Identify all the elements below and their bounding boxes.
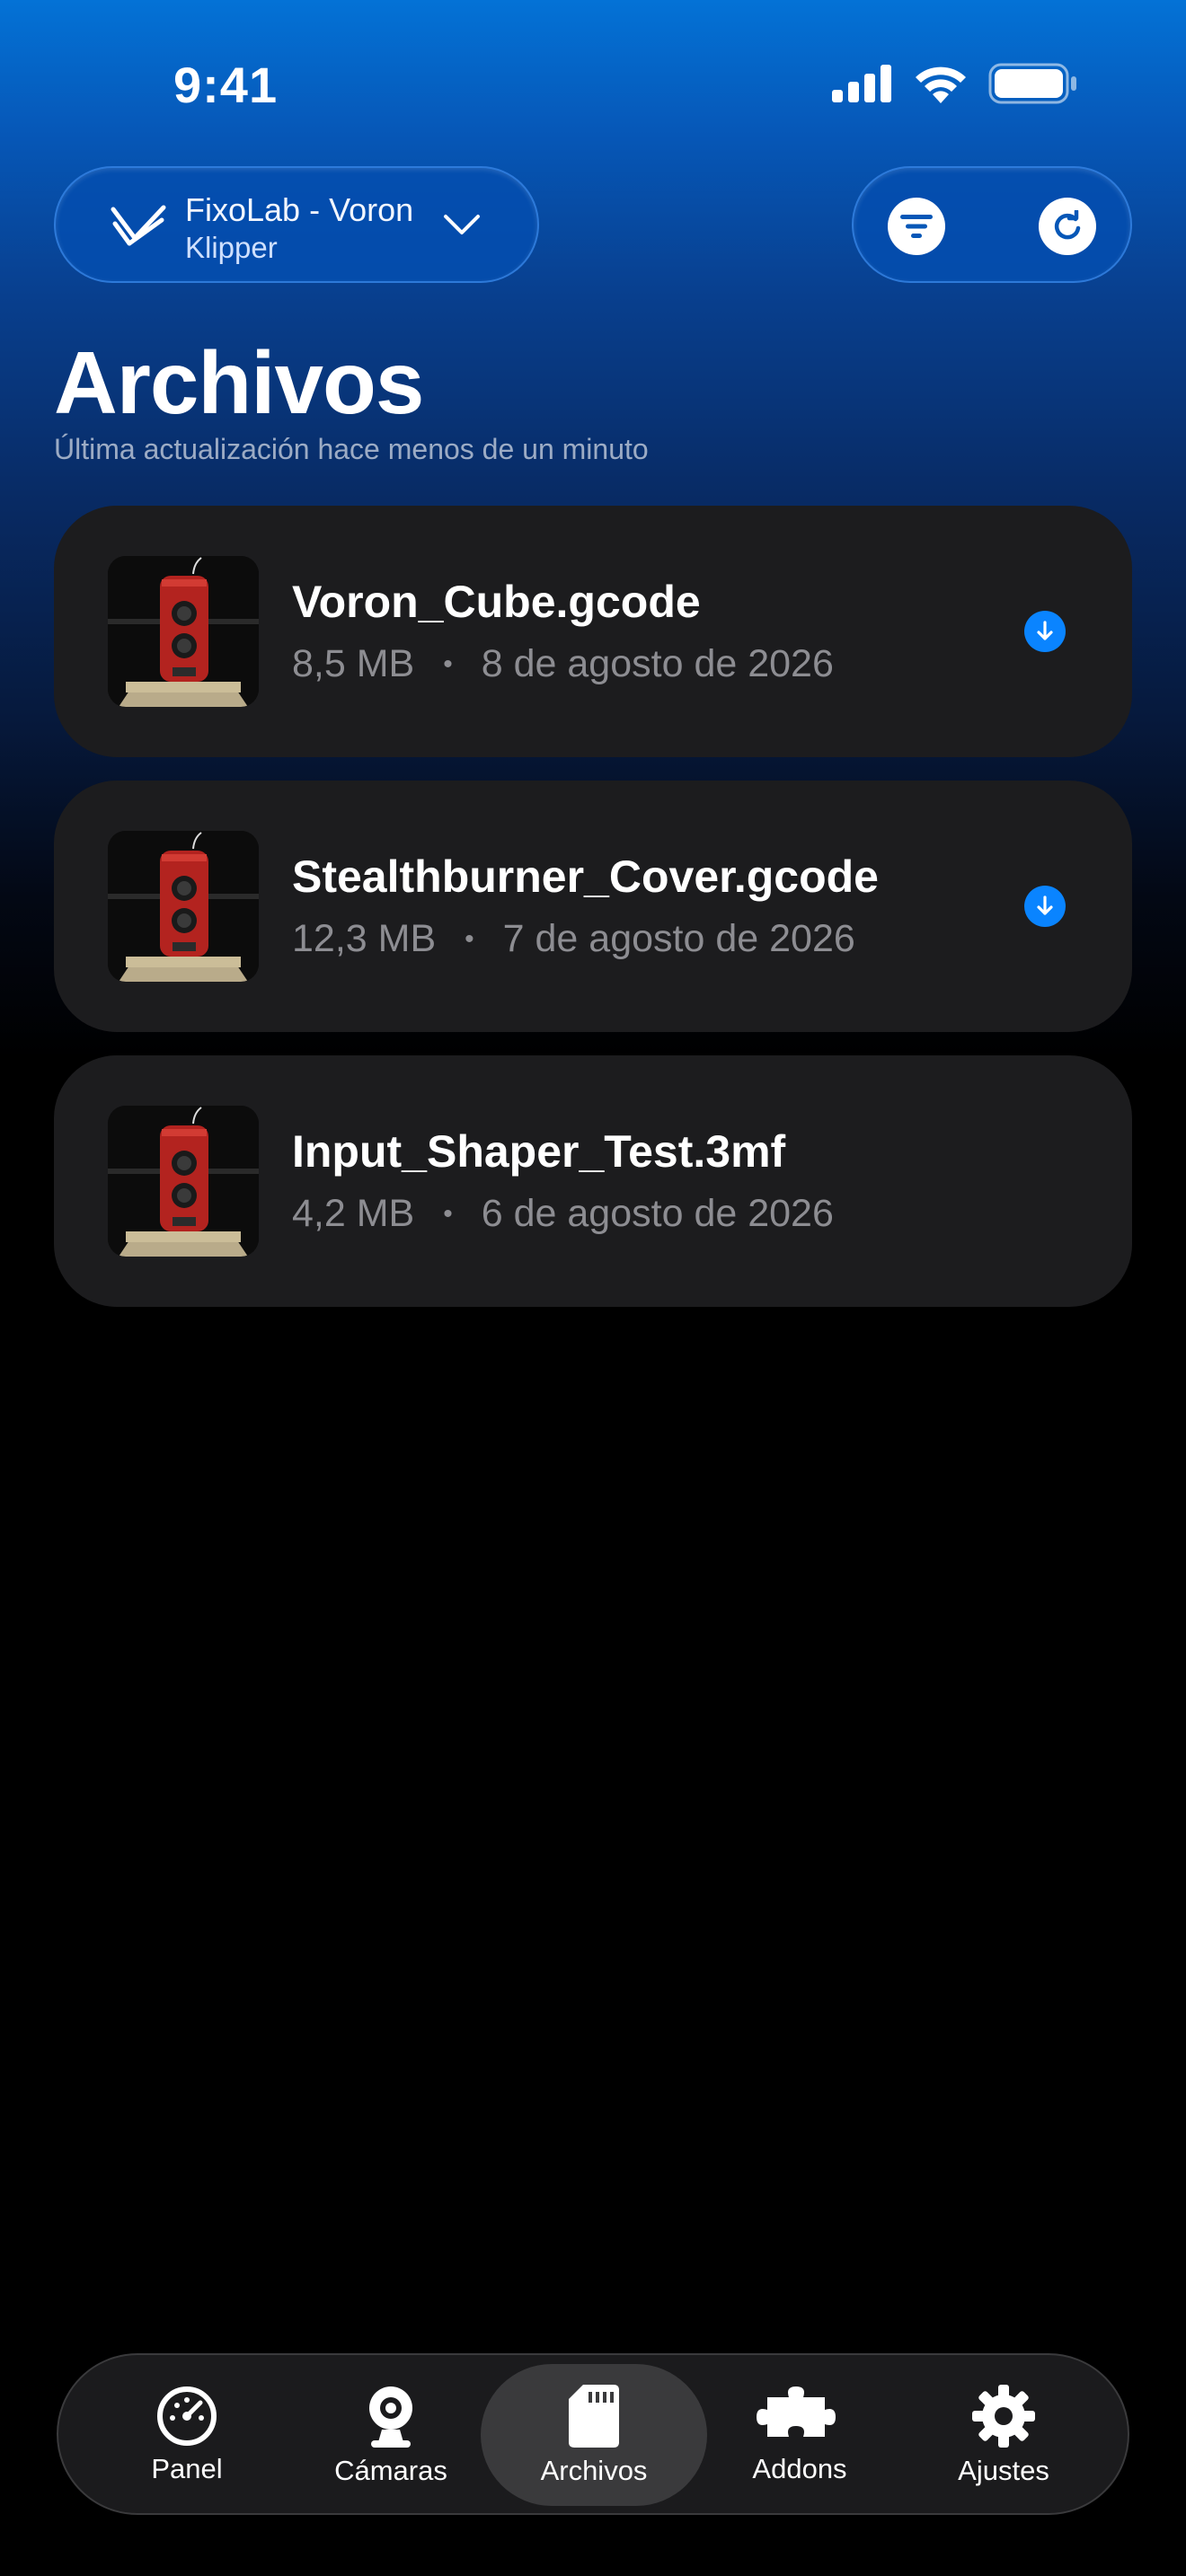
tab-label-archivos: Archivos xyxy=(540,2455,648,2486)
gear-icon xyxy=(972,2385,1035,2448)
printer-logo-icon xyxy=(111,205,166,246)
download-button[interactable] xyxy=(1024,886,1066,927)
printer-type: Klipper xyxy=(185,231,278,264)
printer-name: FixoLab - Voron xyxy=(185,191,414,228)
meta-separator: • xyxy=(465,923,474,954)
file-size: 12,3 MB xyxy=(292,917,437,960)
filter-button[interactable] xyxy=(888,198,945,255)
file-thumbnail xyxy=(108,1106,259,1257)
arrow-down-icon xyxy=(1037,895,1053,915)
file-date: 6 de agosto de 2026 xyxy=(481,1192,834,1235)
file-meta: 12,3 MB • 7 de agosto de 2026 xyxy=(292,917,855,961)
file-date: 8 de agosto de 2026 xyxy=(481,642,834,685)
tab-panel[interactable]: Panel xyxy=(84,2364,290,2506)
download-button[interactable] xyxy=(1024,611,1066,652)
filter-icon xyxy=(900,215,933,238)
tab-label-addons: Addons xyxy=(752,2453,847,2484)
tab-label-panel: Panel xyxy=(151,2453,223,2484)
page-title: Archivos xyxy=(54,333,424,432)
file-name: Input_Shaper_Test.3mf xyxy=(292,1126,786,1177)
file-size: 8,5 MB xyxy=(292,642,415,685)
print-thumbnail-image xyxy=(108,556,259,707)
tab-addons[interactable]: Addons xyxy=(696,2364,903,2506)
tab-ajustes[interactable]: Ajustes xyxy=(900,2364,1107,2506)
file-name: Voron_Cube.gcode xyxy=(292,577,701,627)
meta-separator: • xyxy=(443,648,453,679)
meta-separator: • xyxy=(443,1198,453,1229)
file-card[interactable]: Stealthburner_Cover.gcode 12,3 MB • 7 de… xyxy=(54,781,1132,1032)
file-card[interactable]: Voron_Cube.gcode 8,5 MB • 8 de agosto de… xyxy=(54,506,1132,757)
chevron-down-icon xyxy=(444,215,480,234)
gauge-icon xyxy=(157,2386,217,2446)
status-icons xyxy=(832,63,1078,104)
tab-bar: Panel Cámaras Archivos Addons Ajustes xyxy=(57,2353,1129,2515)
tab-archivos[interactable]: Archivos xyxy=(481,2364,707,2506)
file-size: 4,2 MB xyxy=(292,1192,415,1235)
file-meta: 4,2 MB • 6 de agosto de 2026 xyxy=(292,1192,834,1236)
printer-selector[interactable]: FixoLab - Voron Klipper xyxy=(54,166,539,283)
refresh-button[interactable] xyxy=(1039,198,1096,255)
print-thumbnail-image xyxy=(108,1106,259,1257)
file-thumbnail xyxy=(108,831,259,982)
battery-icon xyxy=(988,63,1076,104)
last-updated-text: Última actualización hace menos de un mi… xyxy=(54,433,649,465)
tab-label-camaras: Cámaras xyxy=(334,2455,447,2486)
arrow-down-icon xyxy=(1037,621,1053,640)
webcam-icon xyxy=(369,2386,412,2448)
file-thumbnail xyxy=(108,556,259,707)
print-thumbnail-image xyxy=(108,831,259,982)
refresh-icon xyxy=(1054,210,1081,240)
header-actions xyxy=(852,166,1132,283)
file-meta: 8,5 MB • 8 de agosto de 2026 xyxy=(292,642,834,686)
wifi-icon xyxy=(916,66,966,103)
cellular-signal-icon xyxy=(832,65,891,102)
file-name: Stealthburner_Cover.gcode xyxy=(292,851,879,902)
status-time: 9:41 xyxy=(173,57,279,113)
file-card[interactable]: Input_Shaper_Test.3mf 4,2 MB • 6 de agos… xyxy=(54,1055,1132,1307)
sd-card-icon xyxy=(569,2385,619,2448)
file-date: 7 de agosto de 2026 xyxy=(502,917,855,960)
puzzle-icon xyxy=(757,2386,836,2437)
tab-camaras[interactable]: Cámaras xyxy=(288,2364,494,2506)
tab-label-ajustes: Ajustes xyxy=(958,2455,1049,2486)
